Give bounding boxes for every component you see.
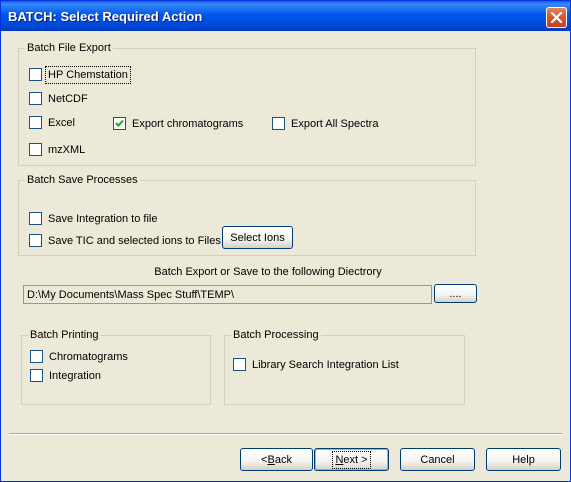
print-integration-checkbox[interactable]: Integration	[30, 369, 101, 382]
netcdf-label: NetCDF	[48, 92, 88, 105]
close-button[interactable]	[546, 7, 567, 28]
title-bar[interactable]: BATCH: Select Required Action	[1, 1, 570, 31]
batch-printing-legend: Batch Printing	[30, 329, 99, 341]
excel-label: Excel	[48, 116, 75, 129]
mzxml-label: mzXML	[48, 143, 86, 156]
checkbox-box[interactable]	[233, 358, 246, 371]
print-integration-label: Integration	[49, 369, 101, 382]
back-rest: ack	[274, 453, 292, 466]
batch-printing-group: Batch Printing	[21, 329, 211, 405]
save-tic-checkbox[interactable]: Save TIC and selected ions to Files	[29, 234, 221, 247]
checkbox-box[interactable]	[29, 212, 42, 225]
batch-processing-legend: Batch Processing	[233, 329, 319, 341]
netcdf-checkbox[interactable]: NetCDF	[29, 92, 88, 105]
save-integration-label: Save Integration to file	[48, 212, 158, 225]
hp-chemstation-checkbox[interactable]: HP Chemstation	[29, 65, 131, 84]
next-label: Next >	[332, 450, 371, 469]
window-title: BATCH: Select Required Action	[8, 9, 203, 24]
next-button[interactable]: Next >	[314, 448, 389, 471]
select-ions-button[interactable]: Select Ions	[222, 226, 293, 249]
dialog-window: BATCH: Select Required Action Batch File…	[0, 0, 571, 482]
checkbox-box[interactable]	[29, 143, 42, 156]
export-all-spectra-checkbox[interactable]: Export All Spectra	[272, 117, 378, 130]
help-button[interactable]: Help	[486, 448, 561, 471]
mzxml-checkbox[interactable]: mzXML	[29, 143, 85, 156]
library-search-label: Library Search Integration List	[252, 358, 399, 371]
directory-label: Batch Export or Save to the following Di…	[154, 266, 382, 278]
print-chromatograms-checkbox[interactable]: Chromatograms	[30, 350, 128, 363]
checkmark-icon	[115, 119, 124, 127]
back-button[interactable]: < Back	[240, 448, 313, 471]
back-accelerator: B	[267, 453, 275, 466]
print-chromatograms-label: Chromatograms	[49, 350, 128, 363]
checkbox-box[interactable]	[29, 92, 42, 105]
export-all-spectra-label: Export All Spectra	[291, 117, 379, 130]
directory-path-input[interactable]	[23, 285, 432, 304]
cancel-button[interactable]: Cancel	[400, 448, 475, 471]
export-chromatograms-checkbox[interactable]: Export chromatograms	[113, 117, 243, 130]
close-icon	[551, 12, 562, 23]
checkbox-box[interactable]	[30, 350, 43, 363]
hp-chemstation-label: HP Chemstation	[45, 65, 131, 84]
checkbox-box[interactable]	[30, 369, 43, 382]
checkbox-box[interactable]	[29, 234, 42, 247]
checkbox-box[interactable]	[272, 117, 285, 130]
dialog-body: Batch File Export HP Chemstation NetCDF …	[1, 31, 570, 481]
excel-checkbox[interactable]: Excel	[29, 116, 75, 129]
library-search-checkbox[interactable]: Library Search Integration List	[233, 358, 399, 371]
next-rest: ext >	[343, 453, 368, 466]
checkbox-box[interactable]	[113, 117, 126, 130]
footer-separator	[9, 433, 562, 435]
save-tic-label: Save TIC and selected ions to Files	[48, 234, 221, 247]
checkbox-box[interactable]	[29, 116, 42, 129]
browse-directory-button[interactable]: ....	[434, 284, 477, 303]
batch-save-processes-legend: Batch Save Processes	[27, 174, 138, 186]
batch-file-export-legend: Batch File Export	[27, 42, 111, 54]
save-integration-checkbox[interactable]: Save Integration to file	[29, 212, 157, 225]
export-chromatograms-label: Export chromatograms	[132, 117, 244, 130]
checkbox-box[interactable]	[29, 68, 42, 81]
